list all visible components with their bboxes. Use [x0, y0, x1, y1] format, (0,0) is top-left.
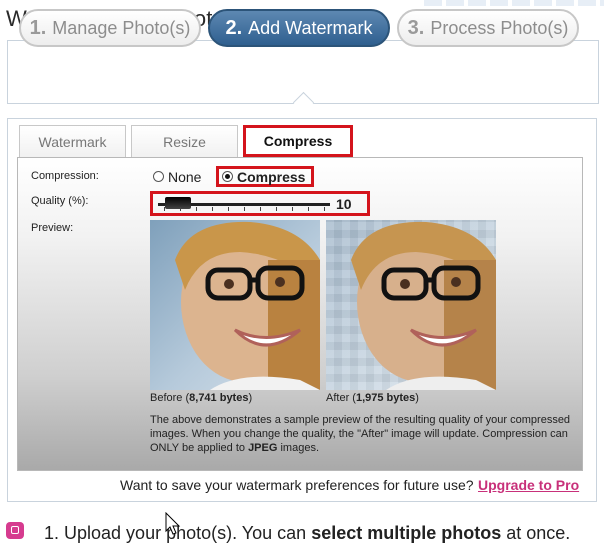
preview-label: Preview:: [31, 222, 74, 234]
tab-resize[interactable]: Resize: [131, 125, 238, 157]
compression-description: The above demonstrates a sample preview …: [150, 414, 571, 454]
upload-instruction-text: 1. Upload your photo(s). You can select …: [44, 523, 571, 543]
before-caption: Before (8,741 bytes): [150, 392, 253, 404]
slider-tick: [244, 207, 245, 211]
step-manage-photos[interactable]: 1. Manage Photo(s): [19, 9, 201, 47]
slider-tick: [180, 207, 181, 211]
slider-tick: [292, 207, 293, 211]
slider-tick: [308, 207, 309, 211]
step-process-photos[interactable]: 3. Process Photo(s): [397, 9, 579, 47]
upgrade-question: Want to save your watermark preferences …: [120, 477, 474, 493]
mouse-cursor-icon: [165, 512, 181, 535]
compression-label: Compression:: [31, 170, 99, 182]
upload-icon: [6, 522, 24, 539]
step-add-watermark[interactable]: 2. Add Watermark: [208, 9, 390, 47]
slider-tick: [324, 207, 325, 211]
radio-none-label: None: [168, 169, 202, 185]
radio-none[interactable]: [153, 171, 164, 182]
quality-label: Quality (%):: [31, 195, 89, 207]
header-decoration: [424, 0, 604, 6]
upgrade-to-pro-link[interactable]: Upgrade to Pro: [478, 477, 579, 493]
radio-compress-label: Compress: [237, 169, 306, 185]
tab-watermark[interactable]: Watermark: [19, 125, 126, 157]
slider-tick: [212, 207, 213, 211]
after-caption: After (1,975 bytes): [326, 392, 419, 404]
slider-tick: [228, 207, 229, 211]
tab-compress[interactable]: Compress: [243, 125, 353, 157]
slider-tick: [260, 207, 261, 211]
quality-value: 10: [336, 196, 352, 212]
radio-compress[interactable]: [222, 171, 233, 182]
slider-tick: [196, 207, 197, 211]
slider-tick: [276, 207, 277, 211]
preview-after-image: [326, 220, 496, 390]
preview-before-image: [150, 220, 320, 390]
slider-tick: [164, 207, 165, 211]
quality-slider-handle[interactable]: [165, 197, 192, 209]
